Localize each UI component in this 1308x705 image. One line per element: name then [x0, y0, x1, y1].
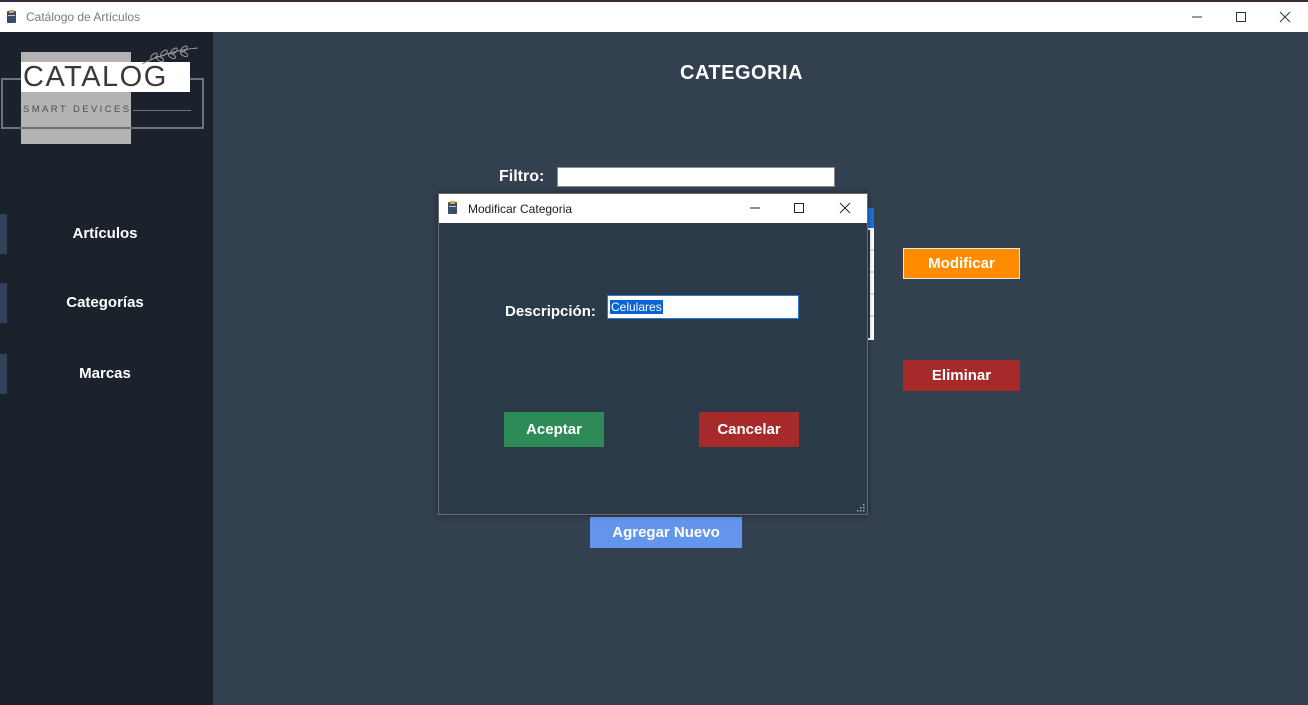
- description-label: Descripción:: [505, 303, 596, 320]
- logo-subtitle: SMART DEVICES: [23, 104, 132, 115]
- close-icon: [1279, 11, 1291, 23]
- window-title: Catálogo de Artículos: [26, 10, 141, 24]
- maximize-icon: [1236, 12, 1246, 22]
- add-new-button[interactable]: Agregar Nuevo: [590, 517, 742, 548]
- accept-button[interactable]: Aceptar: [504, 412, 604, 447]
- app-icon: [448, 201, 457, 214]
- filter-label: Filtro:: [499, 168, 545, 185]
- dialog-close-button[interactable]: [823, 194, 867, 222]
- dialog-title: Modificar Categoria: [468, 202, 573, 216]
- filter-input[interactable]: [557, 167, 835, 187]
- modify-button[interactable]: Modificar: [903, 248, 1020, 279]
- leaf-icon: [141, 45, 199, 65]
- catalog-logo: CATALOG SMART DEVICES: [0, 44, 210, 148]
- cancel-button[interactable]: Cancelar: [699, 412, 799, 447]
- dialog-titlebar: Modificar Categoria: [439, 194, 867, 223]
- close-icon: [839, 202, 851, 214]
- window-titlebar: Catálogo de Artículos: [0, 0, 1308, 32]
- dialog-maximize-button[interactable]: [777, 194, 821, 222]
- sidebar-item-label: Artículos: [72, 225, 138, 242]
- minimize-icon: [1192, 16, 1202, 18]
- resize-grip-icon[interactable]: [857, 504, 865, 512]
- description-value: Celulares: [610, 300, 663, 314]
- sidebar: CATALOG SMART DEVICES Artículos Categorí…: [0, 32, 213, 705]
- page-title: CATEGORIA: [680, 62, 804, 84]
- minimize-icon: [750, 207, 760, 209]
- sidebar-item-label: Categorías: [66, 294, 144, 311]
- modify-category-dialog: Modificar Categoria Descripción: Celular…: [438, 193, 868, 515]
- maximize-button[interactable]: [1218, 2, 1264, 32]
- description-input[interactable]: Celulares: [607, 295, 799, 319]
- app-icon: [7, 10, 16, 23]
- logo-line: [133, 110, 191, 111]
- maximize-icon: [794, 203, 804, 213]
- delete-button[interactable]: Eliminar: [903, 360, 1020, 391]
- dialog-minimize-button[interactable]: [733, 194, 777, 222]
- sidebar-item-label: Marcas: [79, 365, 131, 382]
- sidebar-item-articulos[interactable]: Artículos: [0, 214, 213, 254]
- sidebar-item-marcas[interactable]: Marcas: [0, 354, 213, 394]
- minimize-button[interactable]: [1174, 2, 1220, 32]
- close-button[interactable]: [1262, 2, 1308, 32]
- sidebar-item-categorias[interactable]: Categorías: [0, 283, 213, 323]
